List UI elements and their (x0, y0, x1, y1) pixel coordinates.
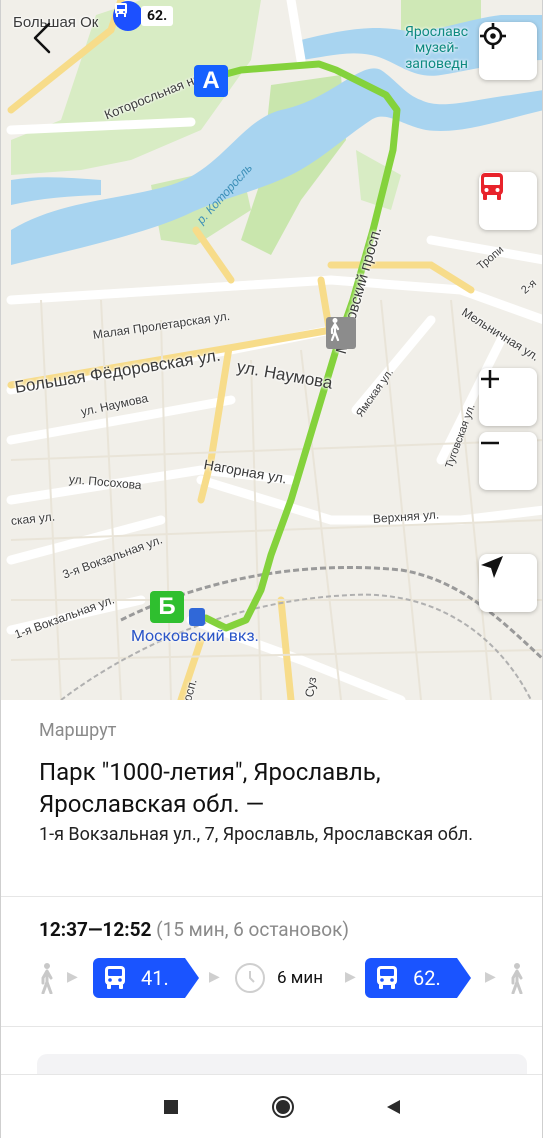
system-back-button[interactable] (381, 1095, 405, 1119)
route-title: Парк "1000-летия", Ярославль, Ярославска… (39, 758, 381, 818)
bus-number: 62. (413, 966, 441, 990)
locate-button[interactable] (479, 22, 537, 80)
route-destination: 1-я Вокзальная ул., 7, Ярославль, Яросла… (39, 824, 474, 845)
back-button[interactable] (31, 22, 71, 66)
walking-icon (41, 963, 53, 994)
route-details: (15 мин, 6 остановок) (156, 918, 350, 941)
chevron-right-icon: ▶ (485, 969, 496, 985)
wait-duration: 6 мин (277, 968, 323, 988)
route-start-marker[interactable]: А (194, 65, 228, 97)
museum-label-line: музей- (414, 40, 459, 56)
crosshair-icon (480, 23, 506, 49)
minus-icon (481, 441, 499, 445)
system-nav-bar (1, 1074, 542, 1138)
museum-label-line: Ярославс (405, 24, 469, 40)
app-frame: Большая Ок Которосльная наб. р. Которосл… (0, 0, 543, 1138)
route-end-marker[interactable]: Б (150, 591, 184, 623)
chevron-right-icon: ▶ (67, 969, 78, 985)
bus-segment-chip[interactable]: 41. (93, 958, 199, 998)
divider (1, 1026, 542, 1027)
plus-icon (481, 370, 499, 388)
train-station-icon (189, 608, 205, 626)
bus-icon (481, 173, 503, 200)
zoom-out-button[interactable] (479, 432, 537, 490)
divider (1, 896, 542, 897)
navigation-arrow-icon (481, 556, 503, 578)
sheet-label: Маршрут (39, 720, 117, 741)
map-view[interactable]: Большая Ок Которосльная наб. р. Которосл… (1, 0, 542, 700)
map-canvas (6, 0, 542, 700)
bus-icon (377, 966, 397, 989)
station-label[interactable]: Московский вкз. (131, 626, 259, 645)
museum-label-line: заповедн (405, 56, 468, 72)
walking-icon[interactable] (326, 317, 356, 349)
bus-icon (113, 1, 143, 31)
walking-icon (511, 963, 523, 994)
chevron-left-icon (33, 22, 51, 54)
route-time-summary[interactable]: 12:37—12:52 (15 мин, 6 остановок) (39, 918, 349, 941)
home-button[interactable] (271, 1095, 295, 1119)
museum-label[interactable]: Ярославс музей- заповедн (405, 24, 468, 72)
bus-icon (105, 966, 125, 989)
back-triangle-icon (387, 1100, 400, 1114)
bus-segment-chip[interactable]: 62. (365, 958, 471, 998)
chevron-right-icon: ▶ (345, 969, 356, 985)
transport-layer-button[interactable] (479, 172, 537, 230)
zoom-in-button[interactable] (479, 368, 537, 426)
bus-number: 41. (141, 966, 169, 990)
time-range: 12:37—12:52 (39, 918, 152, 941)
route-segments[interactable]: ▶ 41. ▶ 6 мин ▶ 62. ▶ (37, 958, 537, 998)
route-sheet[interactable]: Маршрут Парк "1000-летия", Ярославль, Яр… (1, 700, 542, 1094)
home-circle-icon (272, 1096, 294, 1118)
navigate-button[interactable] (479, 554, 537, 612)
bus-stop-number: 62. (141, 6, 174, 26)
recents-button[interactable] (159, 1095, 183, 1119)
chevron-right-icon: ▶ (209, 969, 220, 985)
clock-icon (235, 963, 265, 993)
recents-square-icon (164, 1100, 178, 1114)
bus-stop-badge[interactable]: 62. (113, 1, 174, 31)
